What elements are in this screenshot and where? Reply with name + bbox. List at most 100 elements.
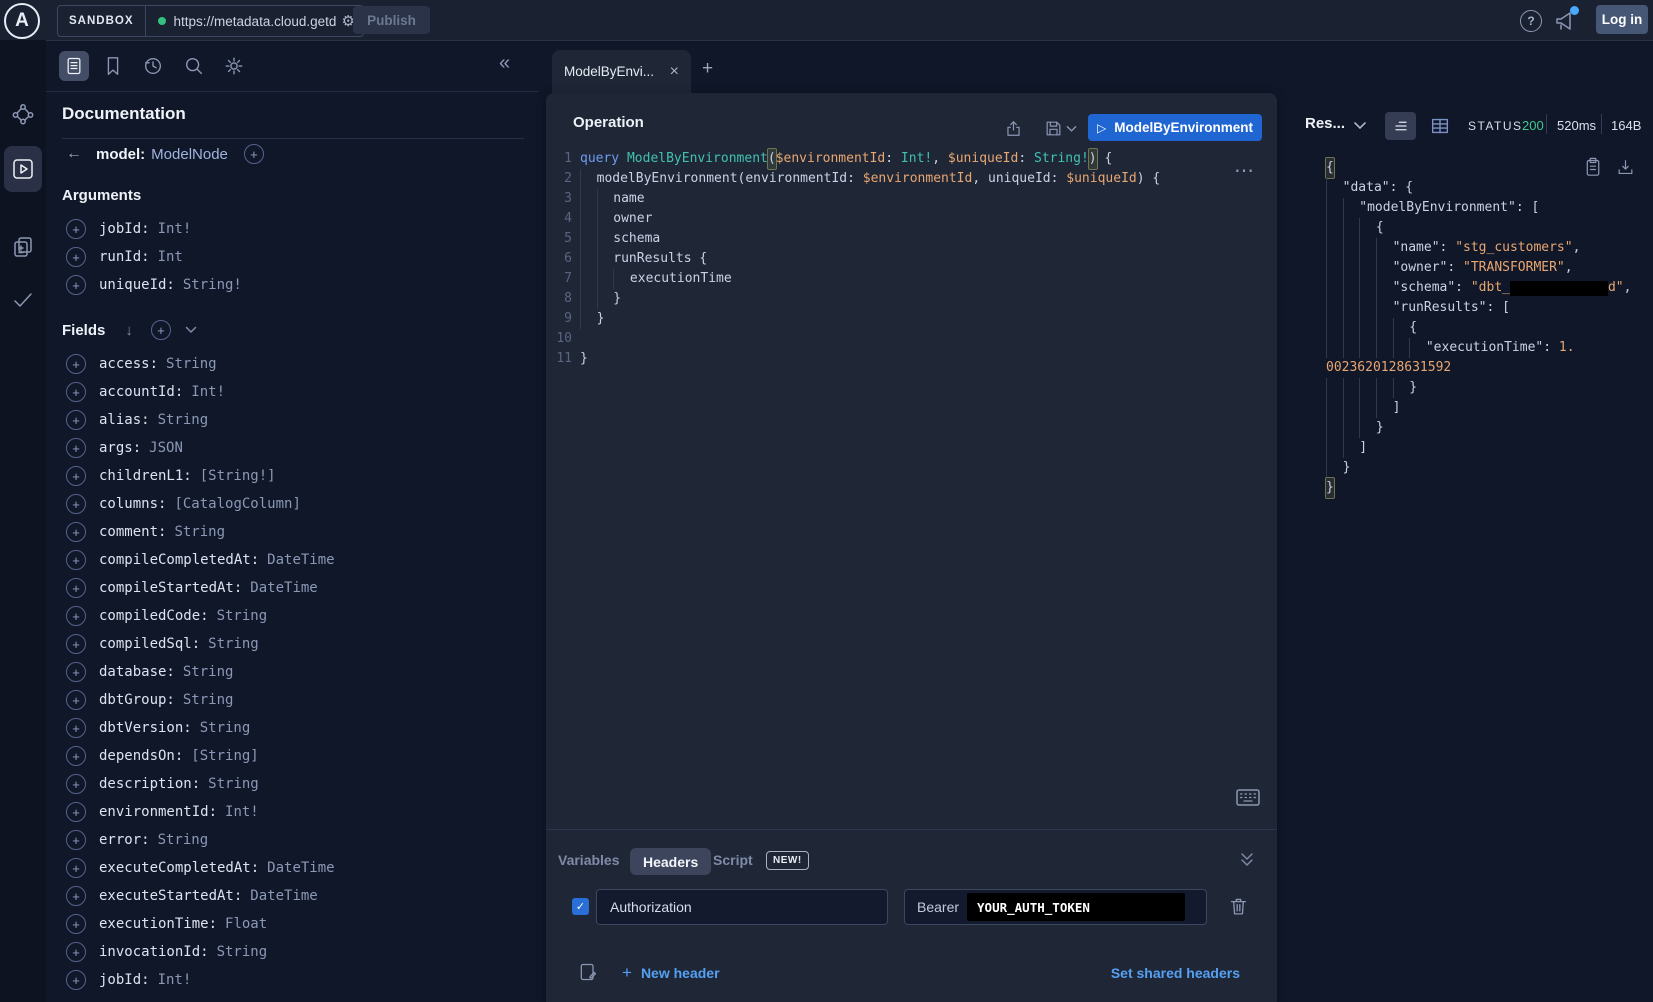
- response-dropdown-chevron-icon[interactable]: [1353, 121, 1367, 131]
- collapse-doc-panel-icon[interactable]: «: [499, 52, 510, 75]
- field-type[interactable]: String: [183, 692, 234, 708]
- run-operation-button[interactable]: ▷ ModelByEnvironment: [1088, 114, 1262, 141]
- field-type[interactable]: String: [158, 832, 209, 848]
- field-row[interactable]: +jobId:Int!: [66, 966, 335, 994]
- close-tab-icon[interactable]: ×: [670, 63, 679, 81]
- field-row[interactable]: +comment:String: [66, 518, 335, 546]
- new-header-button[interactable]: + New header: [622, 963, 720, 983]
- field-row[interactable]: +invocationId:String: [66, 938, 335, 966]
- breadcrumb-type-link[interactable]: ModelNode: [151, 146, 228, 163]
- field-type[interactable]: Int!: [191, 384, 225, 400]
- field-type[interactable]: String: [208, 636, 259, 652]
- field-row[interactable]: +environmentId:Int!: [66, 798, 335, 826]
- field-type[interactable]: DateTime: [267, 860, 334, 876]
- tab-headers[interactable]: Headers: [630, 848, 711, 875]
- add-circle-icon[interactable]: +: [66, 914, 86, 934]
- field-row[interactable]: +childrenL1:[String!]: [66, 462, 335, 490]
- add-circle-icon[interactable]: +: [66, 578, 86, 598]
- add-circle-icon[interactable]: +: [66, 438, 86, 458]
- add-circle-icon[interactable]: +: [66, 522, 86, 542]
- add-circle-icon[interactable]: +: [66, 942, 86, 962]
- field-type[interactable]: [String]: [191, 748, 258, 764]
- environment-variables-icon[interactable]: [578, 962, 598, 982]
- field-row[interactable]: +error:String: [66, 826, 335, 854]
- login-button[interactable]: Log in: [1596, 5, 1648, 34]
- field-row[interactable]: +description:String: [66, 770, 335, 798]
- add-circle-icon[interactable]: +: [66, 382, 86, 402]
- formatted-view-button[interactable]: [1385, 112, 1416, 140]
- field-type[interactable]: String: [174, 524, 225, 540]
- add-circle-icon[interactable]: +: [66, 219, 86, 239]
- response-panel-title[interactable]: Res...: [1305, 115, 1345, 132]
- argument-row[interactable]: +runId:Int: [66, 243, 242, 271]
- add-circle-icon[interactable]: +: [66, 690, 86, 710]
- documentation-tab-button[interactable]: [59, 51, 89, 81]
- add-circle-icon[interactable]: +: [66, 247, 86, 267]
- add-circle-icon[interactable]: +: [66, 802, 86, 822]
- add-circle-icon[interactable]: +: [66, 275, 86, 295]
- add-circle-icon[interactable]: +: [66, 970, 86, 990]
- schema-graph-icon[interactable]: [11, 102, 35, 126]
- checklist-icon[interactable]: [11, 288, 35, 312]
- tab-script[interactable]: Script: [713, 852, 753, 868]
- add-circle-icon[interactable]: +: [66, 466, 86, 486]
- field-row[interactable]: +executeStartedAt:DateTime: [66, 882, 335, 910]
- field-type[interactable]: DateTime: [250, 888, 317, 904]
- field-type[interactable]: DateTime: [250, 580, 317, 596]
- field-type[interactable]: String: [158, 412, 209, 428]
- operation-editor[interactable]: 1query ModelByEnvironment($environmentId…: [546, 149, 1246, 369]
- search-icon[interactable]: [183, 55, 205, 77]
- field-row[interactable]: +args:JSON: [66, 434, 335, 462]
- share-operation-icon[interactable]: [1004, 119, 1023, 138]
- field-row[interactable]: +compiledCode:String: [66, 602, 335, 630]
- field-type[interactable]: String: [217, 608, 268, 624]
- new-tab-icon[interactable]: +: [702, 58, 713, 80]
- help-icon[interactable]: ?: [1520, 10, 1542, 32]
- argument-row[interactable]: +uniqueId:String!: [66, 271, 242, 299]
- field-row[interactable]: +compiledSql:String: [66, 630, 335, 658]
- explorer-icon[interactable]: [11, 157, 35, 181]
- field-row[interactable]: +columns:[CatalogColumn]: [66, 490, 335, 518]
- settings-gear-icon[interactable]: [223, 55, 245, 77]
- field-row[interactable]: +database:String: [66, 658, 335, 686]
- add-fields-button[interactable]: +: [151, 320, 171, 340]
- field-type[interactable]: [String!]: [200, 468, 276, 484]
- history-icon[interactable]: [142, 55, 164, 77]
- field-row[interactable]: +alias:String: [66, 406, 335, 434]
- operation-tab[interactable]: ModelByEnvi... ×: [552, 50, 691, 93]
- auth-token-box[interactable]: YOUR_AUTH_TOKEN: [967, 893, 1185, 921]
- chevron-down-icon[interactable]: [185, 326, 197, 334]
- field-type[interactable]: Int!: [158, 972, 192, 988]
- field-type[interactable]: String!: [183, 277, 242, 293]
- header-name-input[interactable]: Authorization: [596, 889, 888, 925]
- header-value-input[interactable]: Bearer YOUR_AUTH_TOKEN: [904, 889, 1207, 925]
- field-row[interactable]: +access:String: [66, 350, 335, 378]
- publish-button[interactable]: Publish: [353, 6, 430, 34]
- add-circle-icon[interactable]: +: [66, 410, 86, 430]
- field-row[interactable]: +dependsOn:[String]: [66, 742, 335, 770]
- field-type[interactable]: [CatalogColumn]: [174, 496, 300, 512]
- argument-row[interactable]: +jobId:Int!: [66, 215, 242, 243]
- field-type[interactable]: Float: [225, 916, 267, 932]
- field-type[interactable]: String: [200, 720, 251, 736]
- add-circle-icon[interactable]: +: [66, 886, 86, 906]
- add-circle-icon[interactable]: +: [66, 494, 86, 514]
- sort-fields-icon[interactable]: ↓: [125, 322, 133, 339]
- add-circle-icon[interactable]: +: [66, 718, 86, 738]
- field-type[interactable]: String: [217, 944, 268, 960]
- field-row[interactable]: +dbtVersion:String: [66, 714, 335, 742]
- field-type[interactable]: JSON: [149, 440, 183, 456]
- table-view-icon[interactable]: [1429, 115, 1451, 137]
- header-enabled-checkbox[interactable]: ✓: [572, 898, 589, 915]
- field-row[interactable]: +dbtGroup:String: [66, 686, 335, 714]
- apollo-logo-icon[interactable]: A: [4, 3, 40, 39]
- add-circle-icon[interactable]: +: [66, 746, 86, 766]
- field-type[interactable]: Int: [158, 249, 183, 265]
- add-circle-icon[interactable]: +: [66, 858, 86, 878]
- save-operation-icon[interactable]: [1044, 119, 1063, 138]
- field-row[interactable]: +executeCompletedAt:DateTime: [66, 854, 335, 882]
- keyboard-shortcuts-icon[interactable]: [1236, 789, 1260, 806]
- add-circle-icon[interactable]: +: [66, 774, 86, 794]
- add-circle-icon[interactable]: +: [66, 830, 86, 850]
- back-arrow-icon[interactable]: ←: [66, 145, 82, 163]
